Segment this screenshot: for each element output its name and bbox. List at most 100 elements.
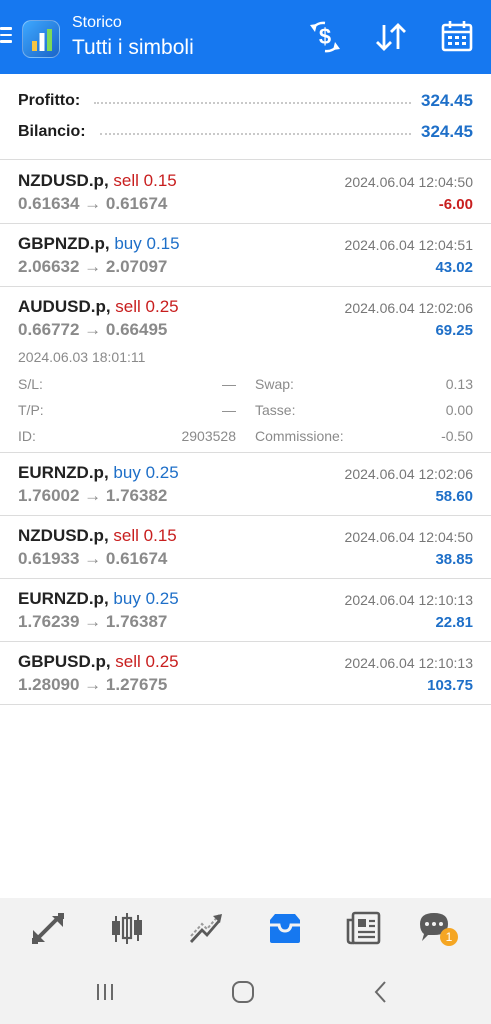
summary-panel: Profitto: 324.45 Bilancio: 324.45 xyxy=(0,74,491,160)
news-icon[interactable] xyxy=(344,908,384,948)
dotted-leader xyxy=(94,102,411,104)
trade-symbol-line: GBPUSD.p, sell 0.25 xyxy=(18,652,179,672)
trade-profit: 38.85 xyxy=(435,551,473,568)
trade-symbol: NZDUSD.p, xyxy=(18,171,109,190)
trade-row[interactable]: GBPUSD.p, sell 0.25 1.28090 → 1.27675 20… xyxy=(0,642,491,705)
trade-profit: 58.60 xyxy=(435,488,473,505)
quotes-icon[interactable] xyxy=(28,908,68,948)
trade-time: 2024.06.04 12:02:06 xyxy=(344,466,473,482)
trades-list: NZDUSD.p, sell 0.15 0.61634 → 0.61674 20… xyxy=(0,161,491,705)
sl-label: S/L: xyxy=(18,376,43,392)
id-value: 2903528 xyxy=(181,428,236,444)
trade-row[interactable]: GBPNZD.p, buy 0.15 2.06632 → 2.07097 202… xyxy=(0,224,491,287)
trade-prices: 1.28090 → 1.27675 xyxy=(18,675,168,694)
calendar-icon[interactable] xyxy=(437,19,477,55)
trade-prices: 0.61634 → 0.61674 xyxy=(18,194,168,213)
chart-icon[interactable] xyxy=(107,908,147,948)
trade-prices: 0.61933 → 0.61674 xyxy=(18,549,168,568)
trade-row[interactable]: NZDUSD.p, sell 0.15 0.61933 → 0.61674 20… xyxy=(0,516,491,579)
home-icon[interactable] xyxy=(229,978,257,1006)
balance-label: Bilancio: xyxy=(18,123,86,140)
menu-icon[interactable] xyxy=(0,27,14,47)
trade-open-time: 2024.06.03 18:01:11 xyxy=(18,349,146,365)
balance-value: 324.45 xyxy=(421,122,473,141)
swap-value: 0.13 xyxy=(445,376,473,392)
trade-profit: 103.75 xyxy=(427,677,473,694)
trade-row[interactable]: NZDUSD.p, sell 0.15 0.61634 → 0.61674 20… xyxy=(0,161,491,224)
app-header: Storico Tutti i simboli $ xyxy=(0,0,491,74)
bottom-nav: 1 xyxy=(0,898,491,958)
trade-volume: 0.25 xyxy=(145,652,179,671)
detail-row: S/L: — Swap: 0.13 xyxy=(18,376,473,394)
trade-symbol-line: GBPNZD.p, buy 0.15 xyxy=(18,234,180,254)
currency-exchange-icon[interactable]: $ xyxy=(305,19,345,55)
trade-symbol: AUDUSD.p, xyxy=(18,297,111,316)
app-logo xyxy=(22,20,60,58)
commission-value: -0.50 xyxy=(441,428,473,444)
trade-time: 2024.06.04 12:04:51 xyxy=(344,237,473,253)
trade-volume: 0.15 xyxy=(146,234,180,253)
trade-volume: 0.25 xyxy=(145,589,179,608)
header-subtitle: Storico xyxy=(72,14,122,31)
trade-prices: 0.66772 → 0.66495 xyxy=(18,320,168,339)
trade-icon[interactable] xyxy=(186,908,226,948)
trade-symbol: EURNZD.p, xyxy=(18,463,109,482)
trade-time: 2024.06.04 12:02:06 xyxy=(344,300,473,316)
trade-volume: 0.25 xyxy=(145,463,179,482)
sl-value: — xyxy=(222,376,236,392)
trade-volume: 0.25 xyxy=(145,297,179,316)
trade-row-expanded[interactable]: AUDUSD.p, sell 0.25 0.66772 → 0.66495 20… xyxy=(0,287,491,453)
trade-time: 2024.06.04 12:10:13 xyxy=(344,655,473,671)
detail-row: ID: 2903528 Commissione: -0.50 xyxy=(18,428,473,446)
trade-profit: 43.02 xyxy=(435,259,473,276)
trade-profit: 69.25 xyxy=(435,322,473,339)
trade-symbol: GBPNZD.p, xyxy=(18,234,110,253)
trade-side: sell xyxy=(115,652,141,671)
profit-label: Profitto: xyxy=(18,92,81,109)
profit-row: Profitto: 324.45 xyxy=(18,90,473,112)
detail-row: T/P: — Tasse: 0.00 xyxy=(18,402,473,420)
trade-side: sell xyxy=(115,297,141,316)
history-icon[interactable] xyxy=(265,908,305,948)
trade-volume: 0.15 xyxy=(143,171,177,190)
swap-label: Swap: xyxy=(255,376,294,392)
trade-side: buy xyxy=(113,463,141,482)
sort-icon[interactable] xyxy=(371,19,411,55)
chat-icon[interactable]: 1 xyxy=(416,908,458,948)
balance-row: Bilancio: 324.45 xyxy=(18,121,473,143)
svg-text:$: $ xyxy=(319,24,331,49)
trade-side: sell xyxy=(113,171,139,190)
tp-value: — xyxy=(222,402,236,418)
commission-label: Commissione: xyxy=(255,428,344,444)
trade-symbol: EURNZD.p, xyxy=(18,589,109,608)
id-label: ID: xyxy=(18,428,36,444)
trade-profit: -6.00 xyxy=(438,196,473,213)
trade-side: buy xyxy=(113,589,141,608)
trade-row[interactable]: EURNZD.p, buy 0.25 1.76239 → 1.76387 202… xyxy=(0,579,491,642)
trade-symbol-line: AUDUSD.p, sell 0.25 xyxy=(18,297,179,317)
trade-time: 2024.06.04 12:04:50 xyxy=(344,174,473,190)
trade-side: sell xyxy=(113,526,139,545)
taxes-label: Tasse: xyxy=(255,402,296,418)
trade-time: 2024.06.04 12:10:13 xyxy=(344,592,473,608)
trade-time: 2024.06.04 12:04:50 xyxy=(344,529,473,545)
recent-apps-icon[interactable] xyxy=(91,978,119,1006)
trade-symbol: GBPUSD.p, xyxy=(18,652,111,671)
dotted-leader xyxy=(99,133,411,135)
trade-prices: 1.76239 → 1.76387 xyxy=(18,612,168,631)
trade-prices: 1.76002 → 1.76382 xyxy=(18,486,168,505)
back-icon[interactable] xyxy=(367,978,395,1006)
system-nav-bar xyxy=(0,958,491,1024)
tp-label: T/P: xyxy=(18,402,44,418)
taxes-value: 0.00 xyxy=(445,402,473,418)
trade-row[interactable]: EURNZD.p, buy 0.25 1.76002 → 1.76382 202… xyxy=(0,453,491,516)
trade-symbol-line: NZDUSD.p, sell 0.15 xyxy=(18,171,177,191)
trade-symbol-line: EURNZD.p, buy 0.25 xyxy=(18,589,179,609)
trade-side: buy xyxy=(114,234,142,253)
trade-symbol: NZDUSD.p, xyxy=(18,526,109,545)
header-title: Tutti i simboli xyxy=(72,36,194,59)
chat-badge: 1 xyxy=(440,928,458,946)
trade-volume: 0.15 xyxy=(143,526,177,545)
trade-symbol-line: NZDUSD.p, sell 0.15 xyxy=(18,526,177,546)
trade-profit: 22.81 xyxy=(435,614,473,631)
